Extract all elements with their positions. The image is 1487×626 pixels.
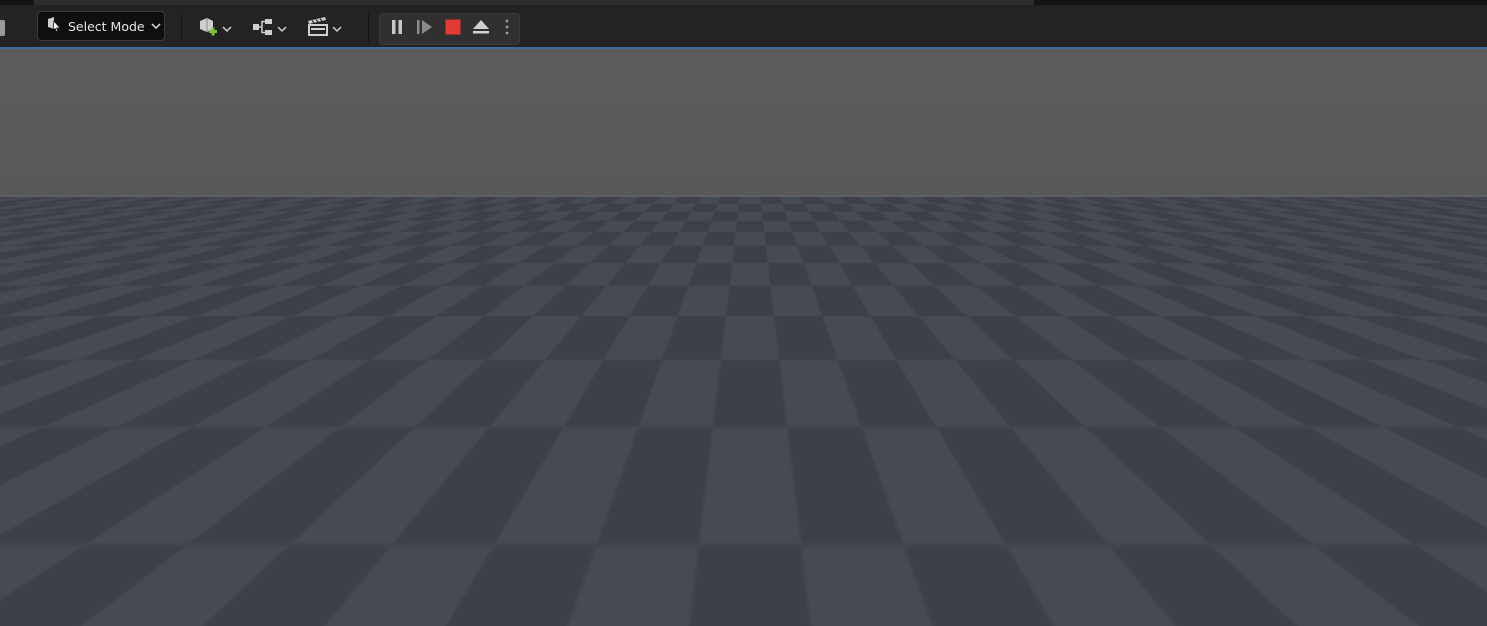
chevron-down-icon: [277, 20, 287, 38]
chevron-down-icon: [222, 20, 232, 38]
more-options-button[interactable]: [495, 14, 519, 44]
toolbar-separator: [368, 13, 369, 43]
home-icon[interactable]: [0, 20, 5, 36]
chevron-down-icon: [151, 19, 161, 34]
horizon-line: [0, 195, 1487, 199]
search-folder-input[interactable]: [772, 285, 879, 307]
select-mode-dropdown[interactable]: Select Mode: [37, 11, 165, 41]
stop-icon: [445, 19, 461, 40]
blueprint-icon: [252, 16, 274, 43]
stop-generate-button[interactable]: Stop: [611, 500, 879, 540]
output-folder-label: Output Folder: [571, 325, 717, 350]
add-actor-icon: [197, 16, 219, 43]
search-folder-label: Search Folder: [570, 285, 717, 310]
mode-icon: [46, 16, 62, 36]
more-icon: [504, 18, 510, 41]
generate-button[interactable]: Generate!: [611, 446, 879, 486]
select-mode-label: Select Mode: [68, 18, 145, 34]
output-folder-input[interactable]: [772, 325, 879, 347]
cinematics-button[interactable]: [307, 16, 342, 42]
checker-floor: [0, 197, 1487, 626]
eject-button[interactable]: [467, 14, 495, 44]
toolbar-separator: [181, 13, 182, 43]
level-editor-toolbar: Select Mode: [0, 0, 1487, 47]
blueprints-button[interactable]: [252, 16, 287, 42]
pause-button[interactable]: [383, 14, 411, 44]
sky-backdrop: [0, 47, 1487, 197]
tab-strip: [34, 0, 1034, 5]
frame-skip-button[interactable]: [411, 14, 439, 44]
floor-fog: [0, 197, 1487, 317]
keep-hierarchy-label: Keep Directory Hierarchy: [452, 366, 717, 391]
eject-icon: [472, 19, 490, 40]
play-controls: [379, 13, 520, 45]
pause-icon: [389, 19, 405, 40]
stop-button[interactable]: [439, 14, 467, 44]
keep-hierarchy-checkbox[interactable]: [773, 373, 781, 381]
chevron-down-icon: [332, 20, 342, 38]
frame-skip-icon: [416, 19, 434, 40]
cinematics-icon: [307, 16, 329, 43]
viewport-focus-line: [0, 47, 1487, 49]
add-actor-button[interactable]: [197, 16, 232, 42]
